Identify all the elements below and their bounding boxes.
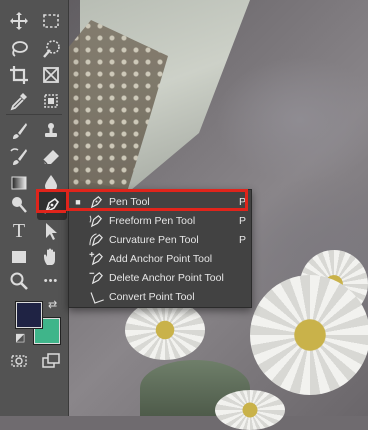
spot-healing-brush-tool-icon[interactable]	[36, 86, 66, 116]
highlight-annotation-tool	[36, 189, 66, 213]
menu-item-convert-point-tool[interactable]: Convert Point Tool	[69, 287, 251, 306]
zoom-tool-icon[interactable]	[4, 266, 34, 296]
eyedropper-tool-icon[interactable]	[4, 86, 34, 116]
delete-anchor-point-icon	[87, 271, 105, 285]
quick-mask-icon[interactable]	[4, 346, 34, 376]
photo-flower	[250, 275, 368, 395]
swap-colors-icon[interactable]: ⇄	[48, 298, 57, 311]
menu-item-delete-anchor-point-tool[interactable]: Delete Anchor Point Tool	[69, 268, 251, 287]
photo-flower	[215, 390, 285, 430]
toolbar-separator	[6, 114, 62, 115]
default-colors-icon[interactable]: ◩	[15, 331, 25, 344]
menu-item-label: Convert Point Tool	[109, 290, 195, 303]
curvature-pen-icon	[87, 233, 105, 247]
menu-item-label: Add Anchor Point Tool	[109, 252, 213, 265]
menu-item-freeform-pen-tool[interactable]: Freeform Pen Tool P	[69, 211, 251, 230]
menu-item-label: Delete Anchor Point Tool	[109, 271, 224, 284]
more-tools-icon[interactable]: •••	[36, 266, 66, 296]
menu-item-label: Curvature Pen Tool	[109, 233, 199, 246]
photo-flower	[125, 300, 205, 360]
foreground-color-swatch[interactable]	[15, 301, 43, 329]
freeform-pen-icon	[87, 214, 105, 228]
menu-item-curvature-pen-tool[interactable]: Curvature Pen Tool P	[69, 230, 251, 249]
menu-item-shortcut: P	[239, 214, 247, 227]
add-anchor-point-icon	[87, 251, 105, 266]
screen-mode-icon[interactable]	[36, 346, 66, 376]
marquee-tool-icon[interactable]	[36, 6, 66, 36]
type-tool-glyph: T	[12, 220, 26, 242]
highlight-annotation-menu-item	[66, 189, 248, 211]
menu-item-add-anchor-point-tool[interactable]: Add Anchor Point Tool	[69, 249, 251, 268]
more-tools-glyph: •••	[43, 274, 59, 287]
move-tool-icon[interactable]	[4, 6, 34, 36]
convert-point-icon	[87, 290, 105, 304]
menu-item-shortcut: P	[239, 233, 247, 246]
menu-item-label: Freeform Pen Tool	[109, 214, 196, 227]
